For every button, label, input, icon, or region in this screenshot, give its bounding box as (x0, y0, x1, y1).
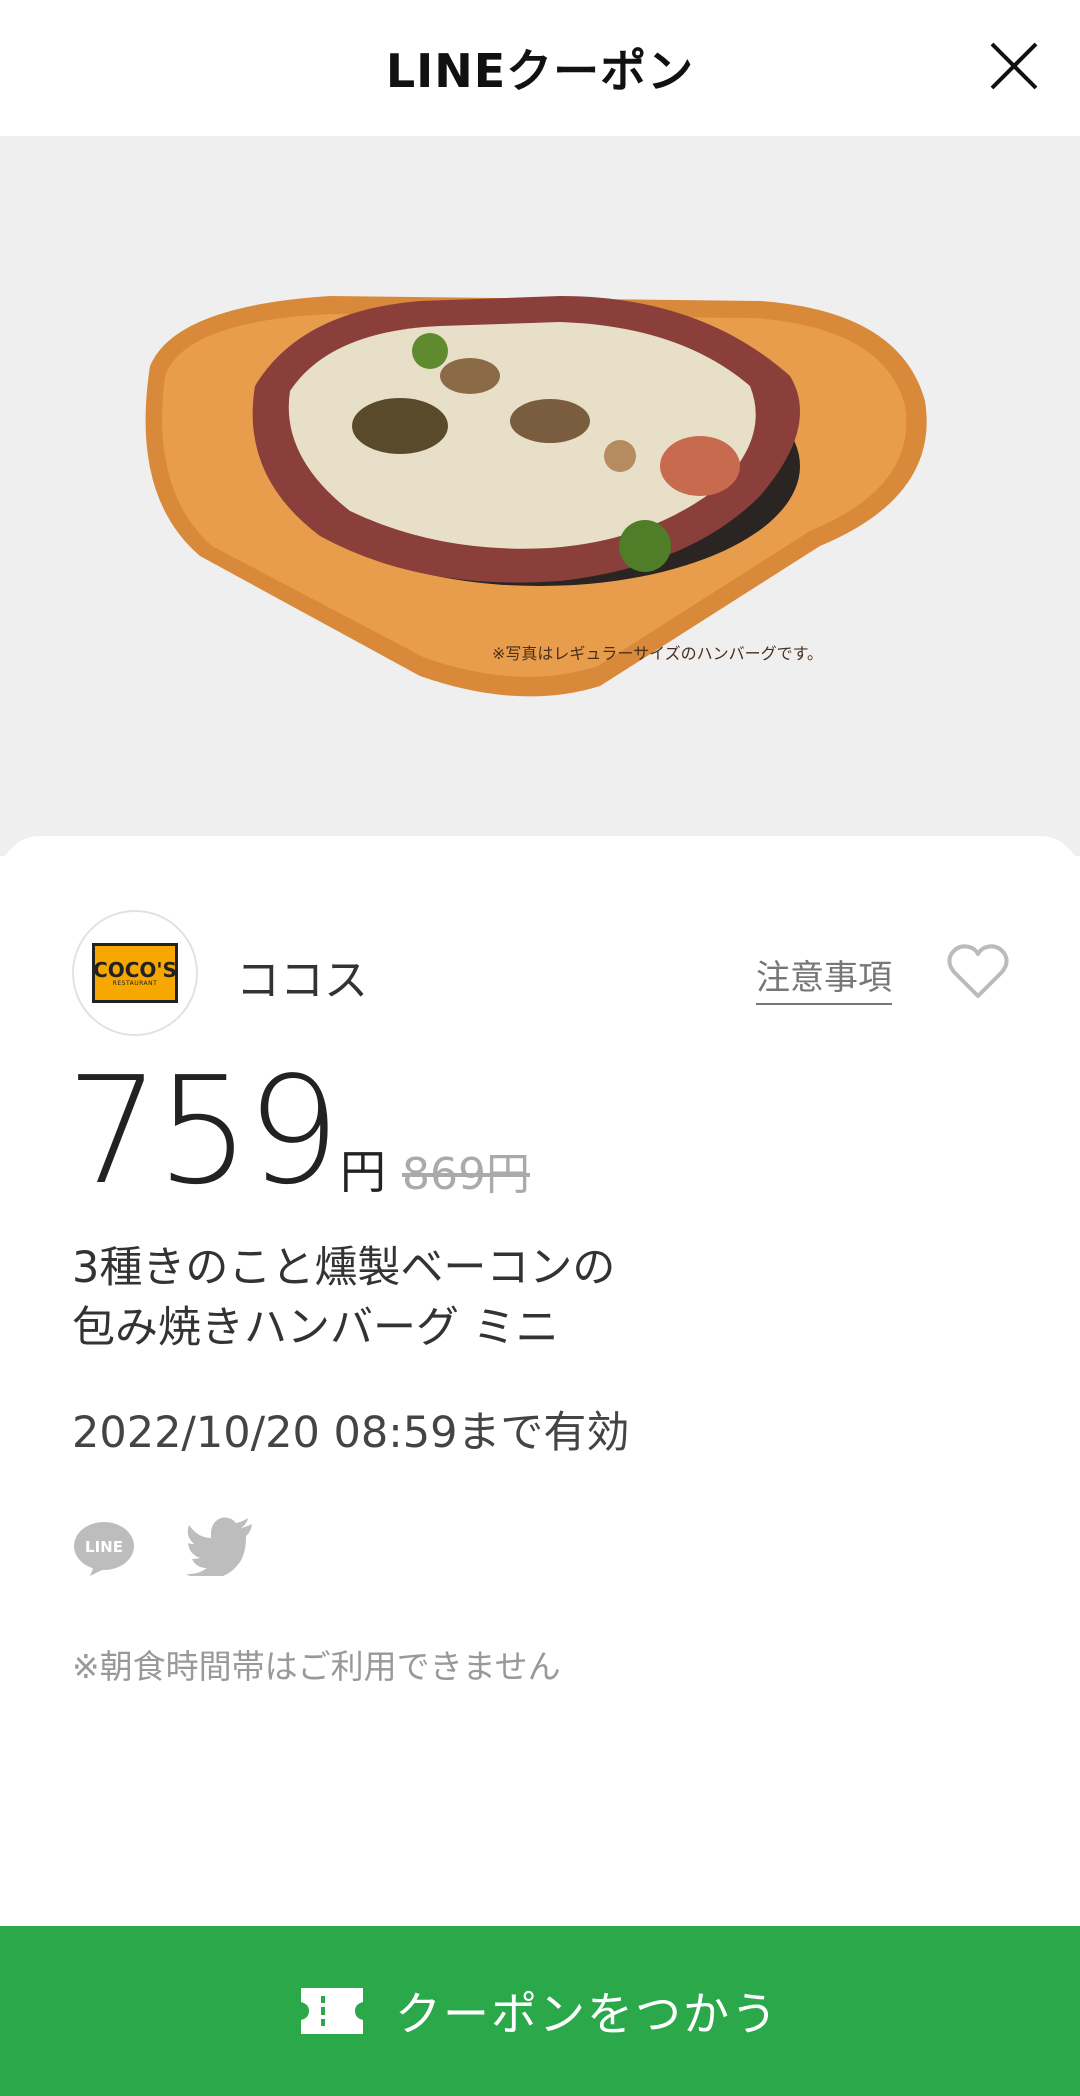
cocos-logo: COCO'S RESTAURANT (92, 943, 178, 1003)
usage-note: ※朝食時間帯はご利用できません (72, 1647, 561, 1686)
ticket-icon (301, 1988, 363, 2034)
store-name: ココス (236, 955, 368, 1006)
app-header: LINEクーポン (0, 0, 1080, 136)
hamburg-dish-illustration (145, 296, 927, 697)
original-price: 869円 (402, 1149, 530, 1200)
use-coupon-label: クーポンをつかう (395, 1987, 779, 2041)
coupon-title-line: 包み焼きハンバーグ ミニ (72, 1303, 559, 1353)
logo-subtext: RESTAURANT (112, 979, 158, 987)
coupon-hero-image: ※写真はレギュラーサイズのハンバーグです。 (0, 136, 1080, 856)
validity-date: 2022/10/20 08:59まで有効 (72, 1408, 630, 1458)
twitter-share-icon[interactable] (186, 1516, 254, 1576)
discounted-price: 759 (66, 1045, 340, 1217)
line-share-icon[interactable]: LINE (72, 1520, 136, 1576)
logo-text: COCO'S (93, 957, 177, 982)
coupon-card: COCO'S RESTAURANT ココス 注意事項 759 円 869円 3種… (0, 836, 1080, 1926)
photo-note: ※写真はレギュラーサイズのハンバーグです。 (492, 644, 824, 663)
coupon-title-line: 3種きのこと燻製ベーコンの (72, 1243, 616, 1293)
store-logo: COCO'S RESTAURANT (72, 910, 198, 1036)
heart-icon[interactable] (946, 942, 1010, 1000)
header-title: LINEクーポン (385, 44, 695, 98)
coupon-title: 3種きのこと燻製ベーコンの 包み焼きハンバーグ ミニ (72, 1238, 972, 1358)
close-icon[interactable] (988, 40, 1040, 92)
line-share-label: LINE (85, 1538, 123, 1556)
use-coupon-button[interactable]: クーポンをつかう (0, 1926, 1080, 2096)
yen-unit: 円 (340, 1145, 386, 1199)
notice-link[interactable]: 注意事項 (756, 950, 892, 1005)
